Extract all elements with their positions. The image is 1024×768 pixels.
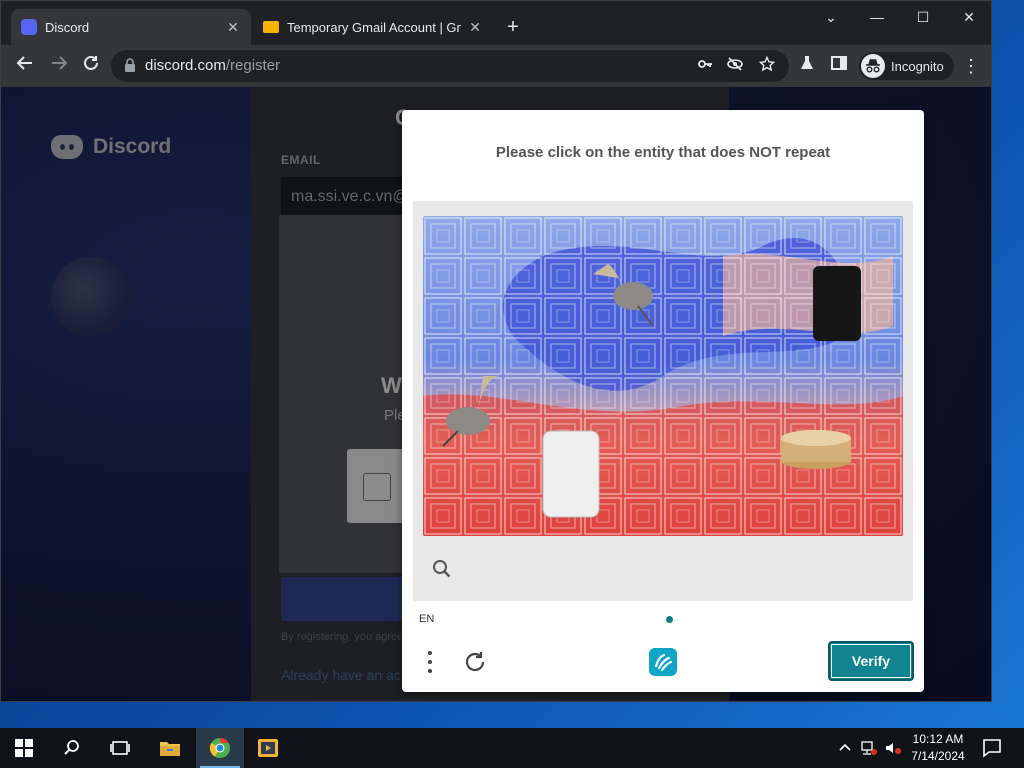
search-icon[interactable] xyxy=(48,728,96,768)
discord-favicon-icon xyxy=(21,19,37,35)
verify-button[interactable]: Verify xyxy=(828,641,914,681)
tab-gmail[interactable]: Temporary Gmail Account | Gma ✕ xyxy=(253,9,493,45)
tab-search-icon[interactable]: ⌄ xyxy=(811,5,851,29)
tab-close-icon[interactable]: ✕ xyxy=(467,19,483,36)
network-icon[interactable] xyxy=(860,740,878,756)
page-indicator-dot xyxy=(666,616,673,623)
browser-toolbar: discord.com/register Incognito ⋮ xyxy=(1,45,991,87)
start-button[interactable] xyxy=(0,728,48,768)
new-tab-button[interactable]: + xyxy=(501,15,525,39)
back-arrow-icon[interactable] xyxy=(13,54,37,78)
tab-title: Discord xyxy=(45,19,90,35)
incognito-badge[interactable]: Incognito xyxy=(859,52,954,80)
url-host: discord.com xyxy=(145,57,226,74)
clock-date: 7/14/2024 xyxy=(911,749,965,763)
challenge-image[interactable] xyxy=(423,216,903,536)
tab-close-icon[interactable]: ✕ xyxy=(225,19,241,36)
hcaptcha-logo-icon[interactable] xyxy=(647,646,679,678)
address-bar[interactable]: discord.com/register xyxy=(111,50,789,82)
language-selector[interactable]: EN xyxy=(419,613,434,625)
forward-arrow-icon[interactable] xyxy=(47,54,71,78)
hcaptcha-challenge: Please click on the entity that does NOT… xyxy=(402,110,924,692)
url-path: /register xyxy=(225,57,281,74)
url-text: discord.com/register xyxy=(145,57,280,74)
minimize-button[interactable]: — xyxy=(857,5,897,29)
browser-menu-button[interactable]: ⋮ xyxy=(961,54,981,78)
reload-icon[interactable] xyxy=(79,54,103,78)
eye-off-icon[interactable] xyxy=(725,56,745,76)
clock-time: 10:12 AM xyxy=(912,732,964,746)
taskbar-clock[interactable]: 10:12 AM 7/14/2024 xyxy=(896,731,980,765)
challenge-prompt: Please click on the entity that does NOT… xyxy=(495,144,831,161)
more-options-icon[interactable] xyxy=(422,648,438,676)
task-view-icon[interactable] xyxy=(96,728,144,768)
windows-taskbar: 10:12 AM 7/14/2024 xyxy=(0,728,1024,768)
windows-logo-icon xyxy=(15,739,33,757)
side-panel-icon[interactable] xyxy=(827,54,851,78)
zoom-icon[interactable] xyxy=(431,558,453,580)
extension-flask-icon[interactable] xyxy=(795,54,819,78)
notifications-icon[interactable] xyxy=(980,736,1004,760)
incognito-icon xyxy=(861,54,885,78)
bookmark-star-icon[interactable] xyxy=(757,55,777,76)
refresh-icon[interactable] xyxy=(462,648,488,676)
maximize-button[interactable]: ☐ xyxy=(903,5,943,29)
chevron-up-icon[interactable] xyxy=(838,741,852,755)
challenge-area xyxy=(413,201,913,601)
incognito-label: Incognito xyxy=(891,58,944,74)
tab-discord[interactable]: Discord ✕ xyxy=(11,9,251,45)
tab-title: Temporary Gmail Account | Gma xyxy=(287,19,461,35)
key-icon[interactable] xyxy=(695,56,715,76)
file-explorer-icon[interactable] xyxy=(146,728,194,768)
mail-favicon-icon xyxy=(263,21,279,33)
lock-icon xyxy=(125,58,135,72)
close-window-button[interactable]: ✕ xyxy=(949,5,989,29)
tab-bar: Discord ✕ Temporary Gmail Account | Gma … xyxy=(1,1,991,45)
system-tray xyxy=(838,728,902,768)
media-player-icon[interactable] xyxy=(244,728,292,768)
chrome-taskbar-icon[interactable] xyxy=(196,728,244,768)
